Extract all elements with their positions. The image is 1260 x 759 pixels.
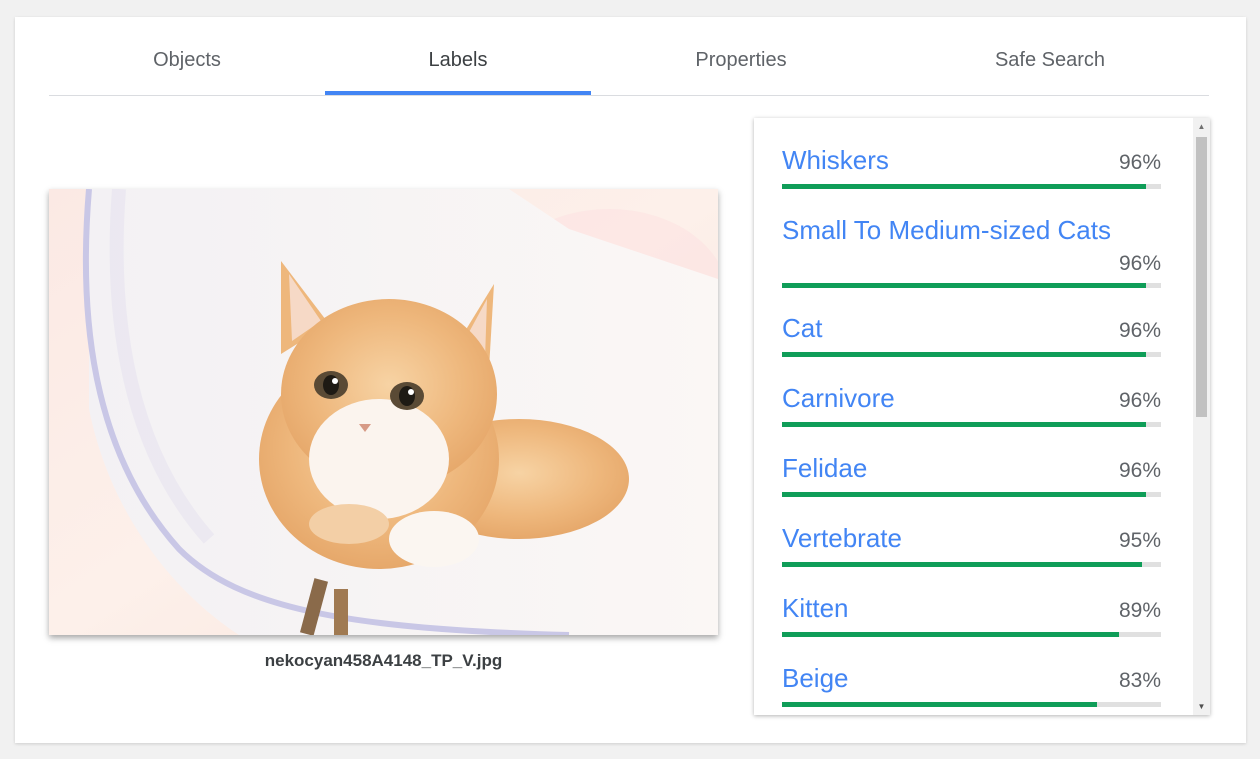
label-name: Vertebrate <box>782 523 902 553</box>
vertical-scrollbar[interactable]: ▲ ▼ <box>1193 118 1210 715</box>
score-bar-fill <box>782 422 1146 427</box>
label-item: Small To Medium-sized Cats 96% <box>782 188 1161 288</box>
label-name: Kitten <box>782 593 849 623</box>
score-bar-fill <box>782 562 1143 567</box>
label-item: Cat 96% <box>782 288 1161 358</box>
score-bar-fill <box>782 352 1146 357</box>
label-item: Felidae 96% <box>782 428 1161 498</box>
label-score: 96% <box>1118 389 1161 412</box>
label-name: Felidae <box>782 453 868 483</box>
label-score: 96% <box>1118 319 1161 342</box>
tab-bar: Objects Labels Properties Safe Search <box>49 17 1209 96</box>
analyzed-image <box>49 189 718 635</box>
tab-labels[interactable]: Labels <box>325 17 591 96</box>
label-score: 96% <box>1118 252 1161 275</box>
score-bar <box>782 492 1161 497</box>
label-score: 89% <box>1118 599 1161 622</box>
tab-safe-search[interactable]: Safe Search <box>891 17 1209 96</box>
tab-properties[interactable]: Properties <box>591 17 891 96</box>
score-bar <box>782 702 1161 707</box>
label-name: Carnivore <box>782 383 895 413</box>
score-bar <box>782 422 1161 427</box>
label-item: Beige 83% <box>782 638 1161 708</box>
label-name: Cat <box>782 313 823 343</box>
score-bar-fill <box>782 632 1120 637</box>
label-score: 96% <box>1118 459 1161 482</box>
label-name: Whiskers <box>782 145 889 175</box>
scroll-thumb[interactable] <box>1196 137 1207 417</box>
score-bar <box>782 632 1161 637</box>
labels-list: Whiskers 96% Small To Medium-sized Cats … <box>782 118 1161 708</box>
label-name: Beige <box>782 663 849 693</box>
label-score: 96% <box>1118 151 1161 174</box>
label-name: Small To Medium-sized Cats <box>782 215 1111 245</box>
active-tab-indicator <box>325 91 591 95</box>
score-bar <box>782 352 1161 357</box>
labels-panel[interactable]: Whiskers 96% Small To Medium-sized Cats … <box>754 118 1210 715</box>
scroll-up-arrow-icon[interactable]: ▲ <box>1193 118 1210 135</box>
label-score: 83% <box>1118 669 1161 692</box>
label-item: Vertebrate 95% <box>782 498 1161 568</box>
scroll-down-arrow-icon[interactable]: ▼ <box>1193 698 1210 715</box>
score-bar <box>782 562 1161 567</box>
label-item: Whiskers 96% <box>782 118 1161 189</box>
label-score: 95% <box>1118 529 1161 552</box>
image-filename: nekocyan458A4148_TP_V.jpg <box>264 651 503 670</box>
tab-objects[interactable]: Objects <box>49 17 325 96</box>
label-item: Carnivore 96% <box>782 358 1161 428</box>
label-item: Kitten 89% <box>782 568 1161 638</box>
vision-results-card: Objects Labels Properties Safe Search ne… <box>15 17 1246 743</box>
kitten-photo <box>49 189 718 635</box>
score-bar-fill <box>782 492 1146 497</box>
score-bar-fill <box>782 702 1097 707</box>
